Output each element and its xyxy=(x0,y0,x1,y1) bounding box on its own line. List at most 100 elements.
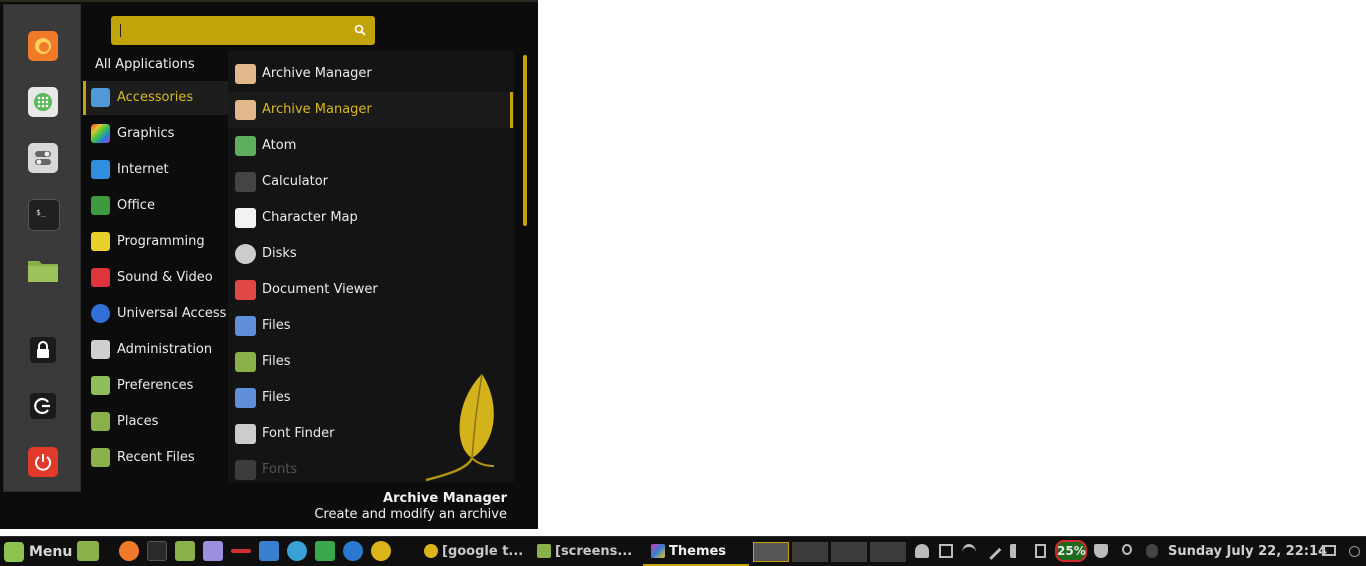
calculator-icon xyxy=(235,172,256,192)
category-label: Places xyxy=(117,414,159,429)
workspace-1[interactable] xyxy=(753,542,789,562)
recent-folder-icon xyxy=(91,448,110,467)
workspace-4[interactable] xyxy=(870,542,906,562)
menu-button[interactable]: Menu xyxy=(4,541,72,563)
app-label: Fonts xyxy=(262,462,298,477)
power-icon xyxy=(35,454,51,471)
shield-icon[interactable] xyxy=(1094,544,1108,558)
app-label: Document Viewer xyxy=(262,282,378,297)
app-label: Archive Manager xyxy=(262,102,372,117)
screenshot-icon[interactable] xyxy=(939,544,953,558)
bluetooth-icon[interactable] xyxy=(1146,544,1158,558)
app-list-scrollbar[interactable] xyxy=(523,55,527,226)
firefox-favorite-button[interactable] xyxy=(28,31,58,61)
launcher-firefox[interactable] xyxy=(119,541,139,561)
app-label: Atom xyxy=(262,138,297,153)
launcher-network-tool[interactable] xyxy=(231,549,251,553)
app-document-viewer[interactable]: Document Viewer xyxy=(228,272,514,308)
launcher-files[interactable] xyxy=(77,541,99,561)
bulb-icon[interactable] xyxy=(1122,544,1132,555)
category-label: Graphics xyxy=(117,126,175,141)
app-atom[interactable]: Atom xyxy=(228,128,514,164)
palette-icon xyxy=(91,124,110,143)
window-button-themes[interactable]: Themes xyxy=(643,540,749,566)
toggles-icon xyxy=(91,340,110,359)
user-icon[interactable] xyxy=(915,544,929,558)
leaf-decoration-icon xyxy=(425,373,495,482)
pen-icon[interactable] xyxy=(983,542,1002,560)
category-label: Universal Access xyxy=(117,306,227,321)
launcher-app-s[interactable] xyxy=(343,541,363,561)
window-button-google[interactable]: [google t... xyxy=(424,540,524,564)
launcher-virtualbox[interactable] xyxy=(315,541,335,561)
category-label: Recent Files xyxy=(117,450,195,465)
launcher-text-editor[interactable] xyxy=(203,541,223,561)
app-label: Disks xyxy=(262,246,297,261)
cloud-icon xyxy=(91,160,110,179)
scissors-icon xyxy=(91,88,110,107)
search-input[interactable] xyxy=(111,16,375,45)
menu-top-strip xyxy=(0,0,538,2)
logout-button[interactable] xyxy=(28,391,58,421)
category-preferences[interactable]: Preferences xyxy=(83,369,228,403)
category-graphics[interactable]: Graphics xyxy=(83,117,228,151)
category-administration[interactable]: Administration xyxy=(83,333,228,367)
app-archive-manager-selected[interactable]: Archive Manager xyxy=(228,92,514,128)
font-icon xyxy=(235,460,256,480)
volume-icon[interactable] xyxy=(1010,544,1024,558)
terminal-favorite-button[interactable]: $_ xyxy=(28,199,60,231)
taskbar: Menu [google t... [screens... Themes 25%… xyxy=(0,536,1366,566)
category-accessories[interactable]: Accessories xyxy=(83,81,231,115)
category-all-applications[interactable]: All Applications xyxy=(95,57,195,72)
launcher-terminal[interactable] xyxy=(147,541,167,561)
category-universal-access[interactable]: Universal Access xyxy=(83,297,228,331)
app-disks[interactable]: Disks xyxy=(228,236,514,272)
glasses-icon xyxy=(235,280,256,300)
category-programming[interactable]: Programming xyxy=(83,225,228,259)
category-label: Sound & Video xyxy=(117,270,213,285)
category-label: Preferences xyxy=(117,378,194,393)
files-favorite-button[interactable] xyxy=(26,255,60,285)
clock[interactable]: Sunday July 22, 22:14 xyxy=(1168,544,1327,559)
character-map-icon xyxy=(235,208,256,228)
system-settings-favorite-button[interactable] xyxy=(28,143,58,173)
workspace-3[interactable] xyxy=(831,542,867,562)
app-label: Character Map xyxy=(262,210,358,225)
svg-text:$_: $_ xyxy=(36,208,46,217)
app-label: Files xyxy=(262,354,291,369)
atom-icon xyxy=(235,136,256,156)
category-sound-video[interactable]: Sound & Video xyxy=(83,261,228,295)
category-internet[interactable]: Internet xyxy=(83,153,228,187)
favorites-panel: $_ xyxy=(3,4,81,492)
launcher-chrome[interactable] xyxy=(371,541,391,561)
folder-icon xyxy=(537,544,551,558)
shutdown-button[interactable] xyxy=(28,447,58,477)
power-icon[interactable] xyxy=(1349,546,1360,557)
folder-icon xyxy=(235,352,256,372)
app-archive-manager[interactable]: Archive Manager xyxy=(228,56,514,92)
category-label: Programming xyxy=(117,234,205,249)
display-icon[interactable] xyxy=(1322,545,1336,556)
application-menu: $_ All Applications Accessories Graphics xyxy=(0,0,538,529)
app-calculator[interactable]: Calculator xyxy=(228,164,514,200)
app-files[interactable]: Files xyxy=(228,308,514,344)
terminal-icon: $_ xyxy=(36,208,46,217)
window-button-screenshots[interactable]: [screens... xyxy=(537,540,637,564)
chrome-icon xyxy=(424,544,438,558)
category-recent-files[interactable]: Recent Files xyxy=(83,441,228,475)
clipboard-icon[interactable] xyxy=(1035,544,1046,558)
category-label: Office xyxy=(117,198,155,213)
logout-icon xyxy=(30,393,56,419)
category-office[interactable]: Office xyxy=(83,189,228,223)
wifi-icon[interactable] xyxy=(962,544,976,561)
disk-icon xyxy=(235,244,256,264)
launcher-camera[interactable] xyxy=(287,541,307,561)
software-manager-favorite-button[interactable] xyxy=(28,87,58,117)
category-places[interactable]: Places xyxy=(83,405,228,439)
app-character-map[interactable]: Character Map xyxy=(228,200,514,236)
launcher-office-writer[interactable] xyxy=(259,541,279,561)
launcher-file-manager[interactable] xyxy=(175,541,195,561)
lock-screen-button[interactable] xyxy=(28,335,58,365)
workspace-2[interactable] xyxy=(792,542,828,562)
battery-indicator[interactable]: 25% xyxy=(1055,540,1087,562)
